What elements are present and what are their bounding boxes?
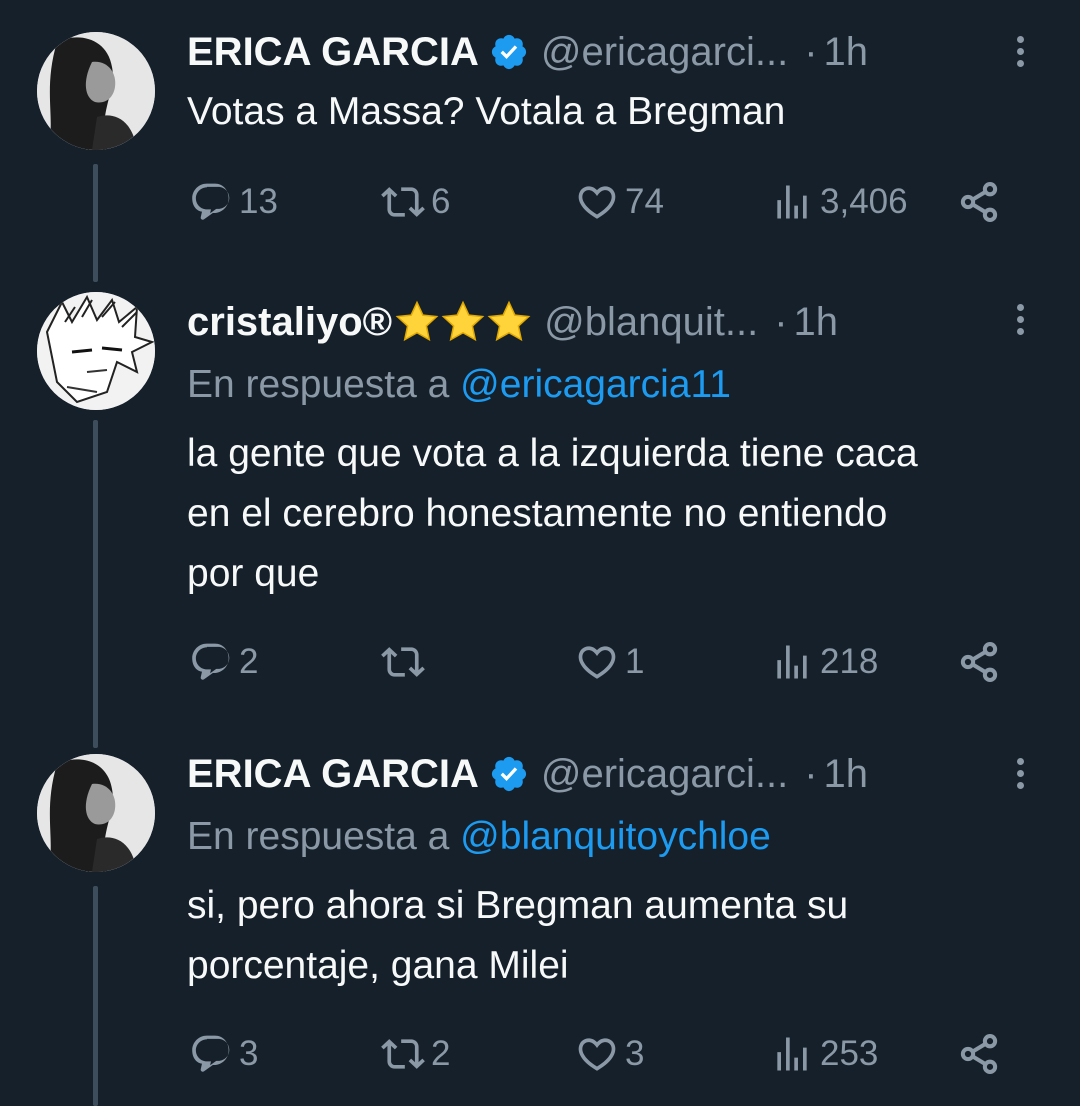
retweet-button[interactable]: 6: [381, 177, 450, 227]
avatar-image: [37, 32, 155, 150]
more-options-icon[interactable]: [1008, 754, 1032, 794]
retweet-button[interactable]: 2: [381, 1029, 450, 1079]
separator-dot: ·: [804, 752, 818, 796]
retweet-button[interactable]: [381, 637, 431, 687]
tweet-text: Votas a Massa? Votala a Bregman: [187, 82, 1057, 142]
share-button[interactable]: [957, 177, 1001, 227]
tweet-actions: 2 1 218: [187, 637, 1047, 687]
reply-button[interactable]: 2: [189, 637, 258, 687]
like-count: 74: [625, 182, 664, 221]
like-button[interactable]: 1: [575, 637, 644, 687]
views-button[interactable]: 218: [770, 637, 878, 687]
retweet-icon: [381, 1032, 425, 1076]
tweet-1[interactable]: ERICA GARCIA @ericagarci... · 1h Votas a…: [0, 22, 1080, 282]
thread: ERICA GARCIA @ericagarci... · 1h Votas a…: [0, 0, 1080, 1106]
timestamp[interactable]: 1h: [824, 744, 869, 804]
handle[interactable]: @ericagarci...: [541, 744, 788, 804]
tweet-text-line: si, pero ahora si Bregman aumenta su: [187, 884, 849, 927]
avatar-image: [37, 754, 155, 872]
verified-icon: [489, 32, 529, 72]
like-icon: [575, 640, 619, 684]
reply-count: 13: [239, 182, 278, 221]
thread-line: [93, 420, 98, 748]
avatar[interactable]: [37, 292, 155, 410]
tweet-header: ERICA GARCIA @ericagarci... · 1h: [187, 22, 987, 82]
avatar[interactable]: [37, 32, 155, 150]
tweet-header: cristaliyo® @blanquit... · 1h: [187, 292, 987, 352]
separator-dot: ·: [774, 300, 788, 344]
reply-button[interactable]: 3: [189, 1029, 258, 1079]
reply-icon: [189, 640, 233, 684]
star-icon: [440, 299, 486, 345]
handle[interactable]: @ericagarci...: [541, 22, 788, 82]
more-options-icon[interactable]: [1008, 300, 1032, 340]
handle[interactable]: @blanquit...: [544, 292, 758, 352]
avatar[interactable]: [37, 754, 155, 872]
view-count: 253: [820, 1034, 879, 1073]
star-emojis: [394, 299, 532, 345]
views-icon: [770, 180, 814, 224]
display-name[interactable]: ERICA GARCIA: [187, 22, 479, 82]
like-button[interactable]: 74: [575, 177, 664, 227]
reply-prefix: En respuesta a: [187, 363, 461, 406]
views-button[interactable]: 253: [770, 1029, 878, 1079]
tweet-text-line: por que: [187, 552, 320, 595]
thread-line: [93, 164, 98, 282]
retweet-count: 2: [431, 1034, 451, 1073]
more-options-icon[interactable]: [1008, 32, 1032, 72]
tweet-text: si, pero ahora si Bregman aumenta su por…: [187, 876, 1057, 996]
timestamp[interactable]: 1h: [794, 292, 839, 352]
tweet-2[interactable]: cristaliyo® @blanquit... · 1h En respues…: [0, 292, 1080, 752]
reply-icon: [189, 1032, 233, 1076]
tweet-text-line: porcentaje, gana Milei: [187, 944, 569, 987]
share-button[interactable]: [957, 637, 1001, 687]
reply-button[interactable]: 13: [189, 177, 278, 227]
share-button[interactable]: [957, 1029, 1001, 1079]
like-button[interactable]: 3: [575, 1029, 644, 1079]
tweet-text-line: en el cerebro honestamente no entiendo: [187, 492, 888, 535]
views-icon: [770, 1032, 814, 1076]
share-icon: [957, 180, 1001, 224]
like-count: 3: [625, 1034, 645, 1073]
reply-count: 2: [239, 642, 259, 681]
tweet-header: ERICA GARCIA @ericagarci... · 1h: [187, 744, 987, 804]
reply-mention-link[interactable]: @ericagarcia11: [460, 363, 731, 406]
star-icon: [486, 299, 532, 345]
thread-line: [93, 886, 98, 1106]
like-icon: [575, 1032, 619, 1076]
reply-icon: [189, 180, 233, 224]
star-icon: [394, 299, 440, 345]
reply-mention-link[interactable]: @blanquitoychloe: [460, 815, 771, 858]
retweet-icon: [381, 180, 425, 224]
views-icon: [770, 640, 814, 684]
timestamp[interactable]: 1h: [824, 22, 869, 82]
verified-icon: [489, 754, 529, 794]
separator-dot: ·: [804, 30, 818, 74]
reply-context: En respuesta a @ericagarcia11: [187, 356, 731, 414]
like-icon: [575, 180, 619, 224]
tweet-3[interactable]: ERICA GARCIA @ericagarci... · 1h En resp…: [0, 744, 1080, 1106]
tweet-actions: 3 2 3 253: [187, 1029, 1047, 1079]
tweet-text-line: la gente que vota a la izquierda tiene c…: [187, 432, 918, 475]
tweet-actions: 13 6 74 3,406: [187, 177, 1047, 227]
share-icon: [957, 640, 1001, 684]
reply-count: 3: [239, 1034, 259, 1073]
like-count: 1: [625, 642, 645, 681]
share-icon: [957, 1032, 1001, 1076]
display-name[interactable]: cristaliyo®: [187, 292, 392, 352]
tweet-text-line: Votas a Massa? Votala a Bregman: [187, 90, 786, 133]
retweet-icon: [381, 640, 425, 684]
reply-context: En respuesta a @blanquitoychloe: [187, 808, 771, 866]
view-count: 218: [820, 642, 879, 681]
tweet-text: la gente que vota a la izquierda tiene c…: [187, 424, 1057, 604]
views-button[interactable]: 3,406: [770, 177, 908, 227]
avatar-image: [37, 292, 155, 410]
display-name[interactable]: ERICA GARCIA: [187, 744, 479, 804]
reply-prefix: En respuesta a: [187, 815, 461, 858]
view-count: 3,406: [820, 182, 908, 221]
retweet-count: 6: [431, 182, 451, 221]
